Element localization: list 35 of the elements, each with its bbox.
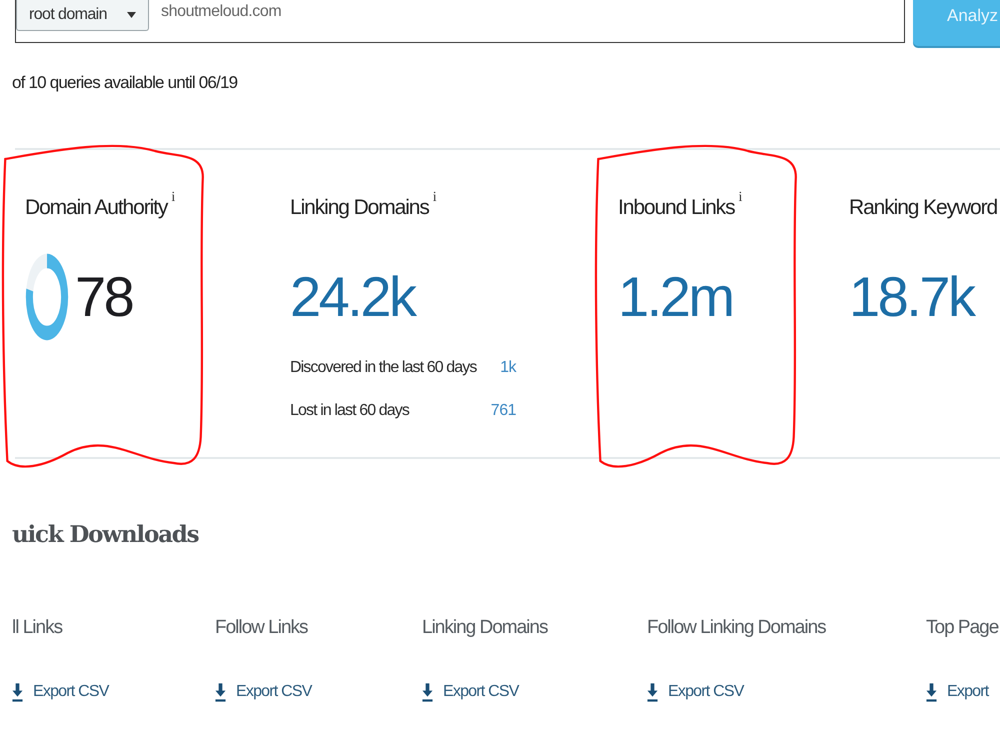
metric-value: 1.2m <box>618 267 732 327</box>
detail-label: Discovered in the last 60 days <box>290 358 476 378</box>
section-heading: uick Downloads <box>12 520 198 550</box>
detail-value-link[interactable]: 1k <box>490 356 516 380</box>
download-icon <box>422 682 433 702</box>
metric-value: 18.7k <box>849 267 974 327</box>
download-icon <box>926 682 937 702</box>
metric-title: Linking Domains <box>290 195 429 221</box>
export-link[interactable]: Export CSV <box>215 680 312 704</box>
export-link[interactable]: Export CSV <box>647 680 744 704</box>
download-title: Top Page <box>926 616 998 640</box>
download-title: Linking Domains <box>422 616 548 640</box>
info-icon[interactable]: i <box>171 191 174 205</box>
export-link[interactable]: Export CSV <box>12 680 109 704</box>
export-link[interactable]: Export <box>926 680 988 704</box>
domain-input[interactable]: shoutmeloud.com <box>161 0 461 24</box>
export-link[interactable]: Export CSV <box>422 680 519 704</box>
detail-label: Lost in last 60 days <box>290 401 410 421</box>
metric-value: 78 <box>75 267 132 327</box>
download-title: Follow Links <box>215 616 308 640</box>
detail-value-link[interactable]: 761 <box>490 399 516 423</box>
download-icon <box>12 682 23 702</box>
info-icon[interactable]: i <box>738 191 742 205</box>
quota-note: of 10 queries available until 06/19 <box>12 73 238 93</box>
download-title: Follow Linking Domains <box>647 616 826 640</box>
metric-title: Ranking Keyword <box>849 195 998 221</box>
scope-dropdown[interactable]: root domain <box>16 0 149 31</box>
download-title: ll Links <box>12 616 62 640</box>
info-icon[interactable]: i <box>432 191 436 205</box>
download-icon <box>647 682 658 702</box>
download-icon <box>215 682 226 702</box>
caret-icon <box>127 12 136 18</box>
metric-title: Inbound Links <box>618 195 734 221</box>
metric-title: Domain Authority <box>25 195 168 221</box>
metric-value: 24.2k <box>290 267 414 327</box>
